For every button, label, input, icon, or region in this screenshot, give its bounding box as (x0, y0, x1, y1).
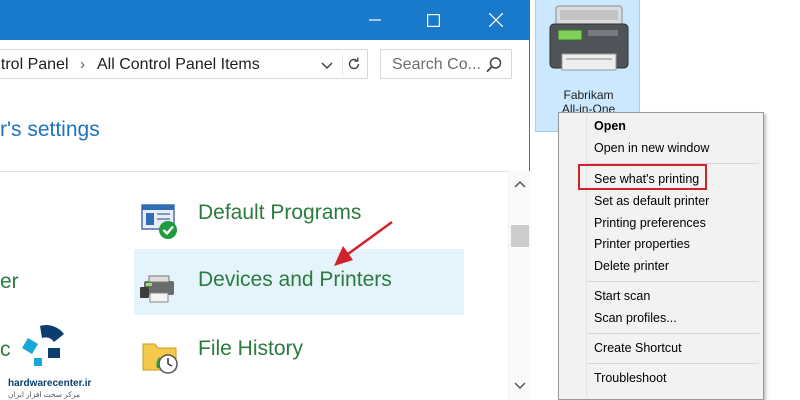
vertical-scrollbar[interactable] (508, 171, 530, 400)
watermark-tagline: مرکز سخت افزار ایران (8, 390, 81, 399)
address-dropdown-button[interactable] (318, 56, 336, 74)
scroll-down-icon[interactable] (512, 379, 528, 393)
menu-item-delete-printer[interactable]: Delete printer (594, 259, 669, 273)
chevron-down-icon (321, 62, 333, 70)
breadcrumb-control-panel[interactable]: ntrol Panel (0, 56, 69, 74)
default-programs-icon (141, 204, 177, 239)
page-title: r's settings (0, 118, 100, 141)
title-bar[interactable] (0, 0, 530, 40)
menu-item-create-shortcut[interactable]: Create Shortcut (594, 341, 682, 355)
red-arrow-annotation (334, 220, 393, 266)
maximize-icon (426, 13, 440, 27)
menu-item-set-default-printer[interactable]: Set as default printer (594, 194, 709, 208)
menu-item-printing-preferences[interactable]: Printing preferences (594, 216, 706, 230)
menu-separator (587, 281, 759, 282)
item-devices-and-printers[interactable]: Devices and Printers (134, 249, 464, 315)
multifunction-printer-icon (549, 5, 629, 71)
refresh-button[interactable] (342, 55, 365, 75)
file-history-icon (142, 343, 178, 374)
menu-separator (587, 333, 759, 334)
menu-item-open[interactable]: Open (594, 119, 626, 133)
breadcrumb-all-items[interactable]: All Control Panel Items (97, 56, 260, 74)
breadcrumb-separator: › (80, 56, 85, 73)
scroll-thumb[interactable] (511, 225, 529, 247)
item-file-history[interactable]: File History (134, 318, 464, 384)
menu-separator (587, 363, 759, 364)
menu-item-troubleshoot[interactable]: Troubleshoot (594, 371, 667, 385)
refresh-icon (348, 57, 360, 70)
menu-item-open-new-window[interactable]: Open in new window (594, 141, 709, 155)
menu-gutter-divider (586, 115, 587, 397)
partial-item-label[interactable]: er (0, 270, 19, 294)
scroll-up-icon[interactable] (512, 177, 528, 191)
search-placeholder: Search Co... (392, 56, 481, 73)
printer-name-line1: Fabrikam (563, 88, 614, 102)
watermark-brand: hardwarecenter.ir (8, 378, 92, 389)
minimize-icon (369, 19, 381, 21)
item-label: File History (198, 337, 304, 360)
menu-item-scan-profiles[interactable]: Scan profiles... (594, 311, 677, 325)
search-input[interactable]: Search Co... (380, 49, 512, 79)
item-default-programs[interactable]: Default Programs (134, 182, 464, 248)
menu-item-start-scan[interactable]: Start scan (594, 289, 650, 303)
search-icon[interactable] (485, 56, 503, 74)
maximize-button[interactable] (410, 0, 456, 40)
minimize-button[interactable] (352, 0, 398, 40)
highlight-annotation-box (578, 164, 707, 190)
close-icon (489, 13, 503, 27)
item-label: Devices and Printers (198, 268, 392, 291)
menu-item-printer-properties[interactable]: Printer properties (594, 237, 690, 251)
close-button[interactable] (473, 0, 519, 40)
printer-context-menu: Open Open in new window See what's print… (558, 112, 764, 400)
address-bar[interactable]: ntrol Panel › All Control Panel Items (0, 49, 368, 79)
printer-icon (140, 275, 174, 303)
